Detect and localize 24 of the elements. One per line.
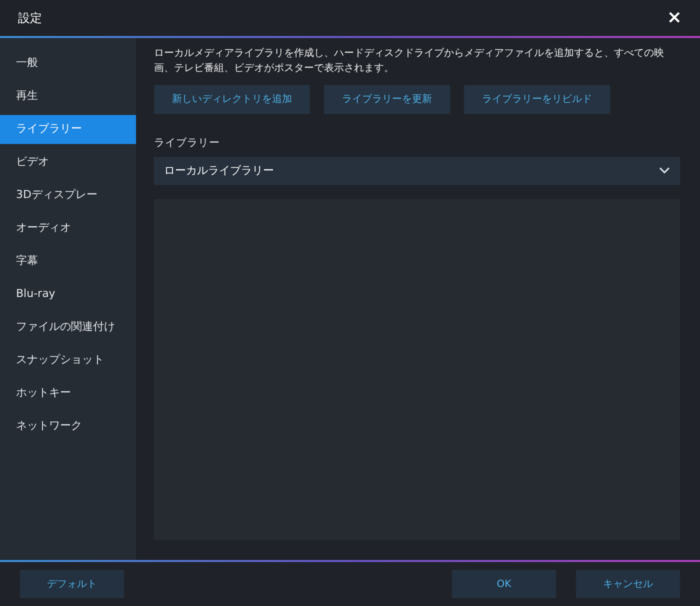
sidebar-item[interactable]: スナップショット [0,346,136,375]
sidebar-item[interactable]: ライブラリー [0,115,136,144]
sidebar-item[interactable]: 3Dディスプレー [0,181,136,210]
library-label: ライブラリー [154,136,221,151]
sidebar-item[interactable]: Blu-ray [0,280,136,309]
dialog-button[interactable]: キャンセル [576,570,680,598]
dialog-button[interactable]: OK [452,570,556,598]
sidebar-item[interactable]: オーディオ [0,214,136,243]
sidebar-item[interactable]: 一般 [0,49,136,78]
description-text: ローカルメディアライブラリを作成し、ハードディスクドライブからメディアファイルを追加すると、すべての映画、テレビ番組、ビデオがポスターで表示されます。 [154,46,665,76]
sidebar-item[interactable]: ビデオ [0,148,136,177]
close-button[interactable]: × [662,9,686,27]
action-button[interactable]: ライブラリーをリビルド [464,85,610,114]
sidebar-item[interactable]: ネットワーク [0,412,136,441]
sidebar-item[interactable]: ファイルの関連付け [0,313,136,342]
window-title: 設定 [18,10,42,27]
action-button[interactable]: 新しいディレクトリを追加 [154,85,310,114]
library-dropdown[interactable]: ローカルライブラリー [154,156,680,185]
sidebar-item[interactable]: 字幕 [0,247,136,276]
sidebar-item[interactable]: ホットキー [0,379,136,408]
default-button[interactable]: デフォルト [20,570,124,598]
action-button[interactable]: ライブラリーを更新 [324,85,450,114]
chevron-icon [659,167,670,174]
sidebar-item[interactable]: 再生 [0,82,136,111]
